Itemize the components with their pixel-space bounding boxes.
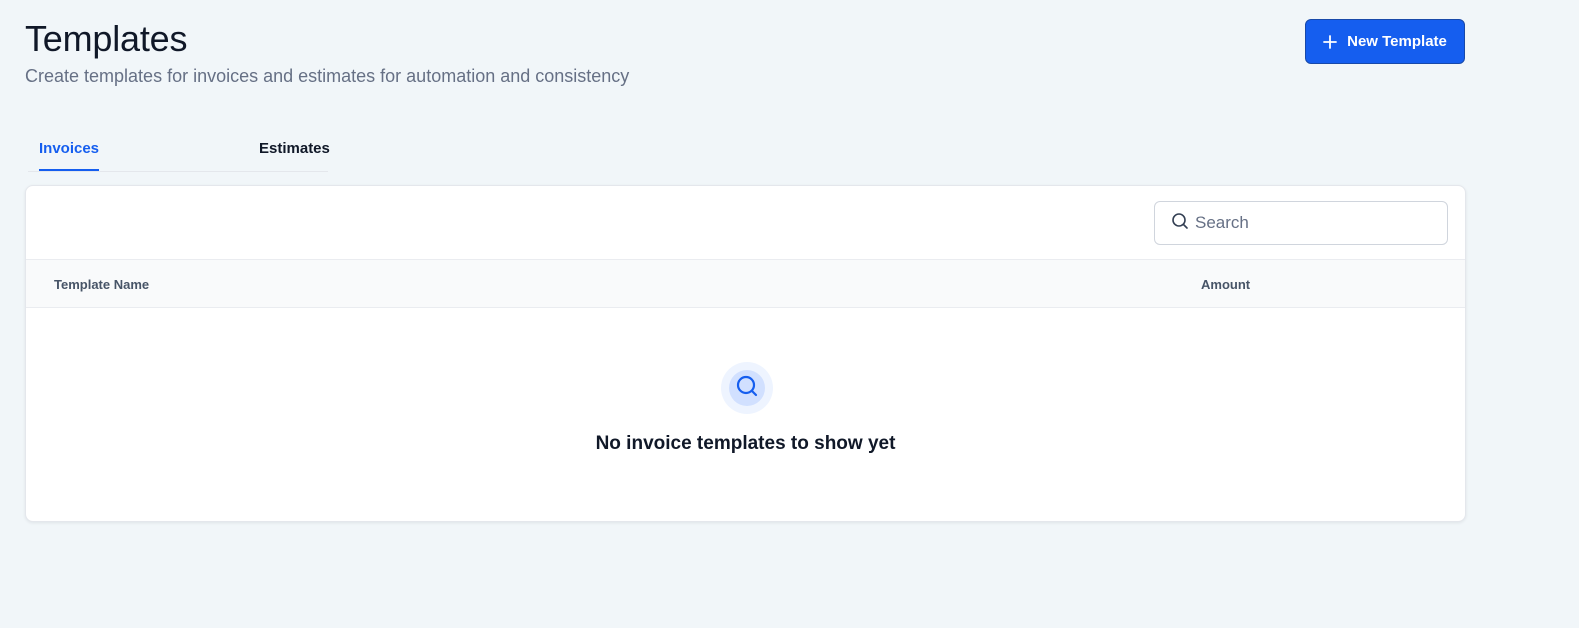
tab-invoices[interactable]: Invoices bbox=[39, 140, 100, 171]
search-icon bbox=[1171, 212, 1189, 235]
page-title: Templates bbox=[25, 18, 188, 59]
page-subtitle: Create templates for invoices and estima… bbox=[25, 66, 630, 86]
templates-table-card: Template Name Amount No invoice template… bbox=[25, 185, 1466, 522]
empty-state-message: No invoice templates to show yet bbox=[595, 433, 896, 454]
plus-icon bbox=[1323, 34, 1338, 49]
column-header-template-name[interactable]: Template Name bbox=[54, 277, 149, 292]
new-template-button[interactable]: New Template bbox=[1305, 19, 1465, 64]
new-template-label: New Template bbox=[1347, 33, 1447, 50]
column-header-amount[interactable]: Amount bbox=[1201, 277, 1250, 292]
search-box[interactable] bbox=[1154, 201, 1448, 245]
table-header: Template Name Amount bbox=[26, 259, 1465, 308]
search-icon bbox=[735, 374, 759, 403]
empty-state-icon-wrapper bbox=[721, 362, 773, 414]
tab-estimates[interactable]: Estimates bbox=[259, 140, 330, 169]
search-input[interactable] bbox=[1195, 213, 1435, 233]
tab-bar: Invoices Estimates bbox=[28, 128, 330, 172]
